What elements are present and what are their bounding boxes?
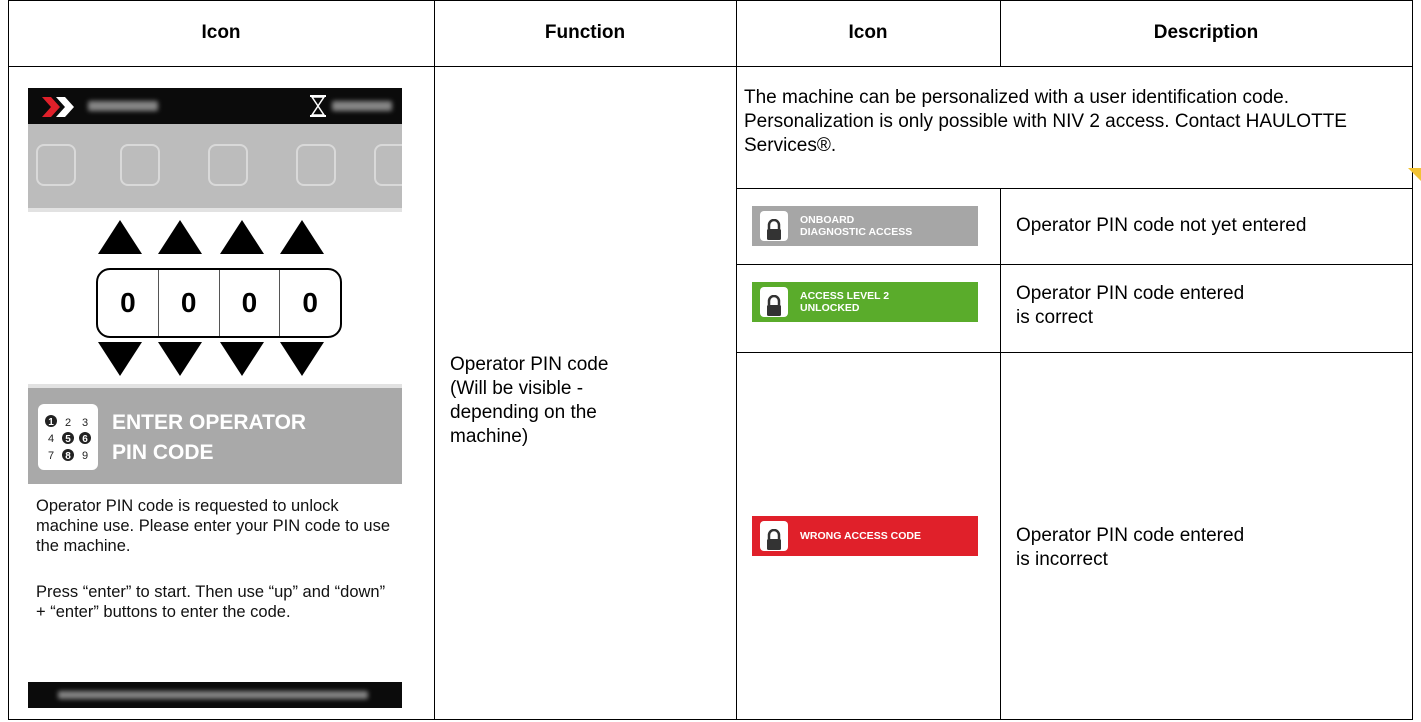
padlock-icon [760, 287, 788, 317]
svg-text:4: 4 [48, 433, 54, 445]
intro-text: The machine can be personalized with a u… [744, 87, 1347, 156]
down-arrow-icon [158, 342, 202, 376]
keypad-icon: 1 2 3 4 5 6 7 8 9 [38, 404, 98, 470]
pin-entry-box: 0 0 0 0 [96, 268, 342, 338]
device-message-1: Operator PIN code is requested to unlock… [36, 497, 391, 555]
svg-text:3: 3 [82, 417, 88, 429]
badge-onboard-diagnostic: ONBOARD DIAGNOSTIC ACCESS [752, 206, 978, 246]
header-icon: Icon [201, 22, 241, 43]
svg-text:7: 7 [48, 450, 54, 462]
status-icons-row [28, 124, 402, 208]
device-status-bar [28, 88, 402, 124]
warning-circle-icon [296, 144, 336, 186]
oil-can-icon [208, 144, 248, 186]
enter-pin-banner: 1 2 3 4 5 6 7 8 9 ENTER OPERATOR PIN COD… [28, 388, 402, 484]
description-incorrect: Operator PIN code entered is incorrect [1016, 525, 1245, 570]
brake-warning-icon [374, 144, 402, 186]
badge-access-level-2: ACCESS LEVEL 2 UNLOCKED [752, 282, 978, 322]
battery-icon [36, 144, 76, 186]
down-arrow-icon [280, 342, 324, 376]
pin-digit: 0 [220, 270, 281, 336]
device-footer-bar [28, 682, 402, 708]
up-arrow-icon [280, 220, 324, 254]
header-description: Description [1153, 22, 1259, 43]
svg-text:6: 6 [82, 434, 88, 445]
header-icon-2: Icon [848, 22, 888, 43]
padlock-icon [760, 521, 788, 551]
down-arrow-icon [220, 342, 264, 376]
device-message-2: Press “enter” to start. Then use “up” an… [36, 583, 386, 621]
svg-text:1: 1 [48, 417, 54, 428]
badge-label: WRONG ACCESS CODE [800, 530, 921, 542]
description-not-entered: Operator PIN code not yet entered [1016, 215, 1307, 236]
up-arrow-icon [158, 220, 202, 254]
device-screen: 0 0 0 0 1 2 3 4 5 6 7 8 9 ENTER OPERATOR… [28, 88, 402, 708]
down-arrow-icon [98, 342, 142, 376]
padlock-icon [760, 211, 788, 241]
description-correct: Operator PIN code entered is correct [1016, 283, 1245, 328]
svg-text:5: 5 [65, 434, 71, 445]
pin-digit: 0 [98, 270, 159, 336]
hourglass-icon [310, 95, 326, 117]
badge-label: ONBOARD DIAGNOSTIC ACCESS [800, 214, 913, 238]
corner-marker [1408, 168, 1421, 181]
haulotte-chevron-icon [42, 97, 74, 117]
function-text: Operator PIN code (Will be visible - dep… [450, 354, 609, 447]
up-arrow-icon [98, 220, 142, 254]
pin-digit: 0 [159, 270, 220, 336]
badge-label: ACCESS LEVEL 2 UNLOCKED [800, 290, 890, 314]
header-function: Function [544, 22, 626, 43]
svg-text:9: 9 [82, 450, 88, 462]
svg-text:2: 2 [65, 417, 71, 429]
coolant-temp-icon [120, 144, 160, 186]
up-arrow-icon [220, 220, 264, 254]
svg-text:8: 8 [65, 451, 71, 462]
pin-digit: 0 [302, 287, 318, 318]
badge-wrong-access-code: WRONG ACCESS CODE [752, 516, 978, 556]
enter-pin-title: ENTER OPERATOR PIN CODE [112, 411, 307, 464]
